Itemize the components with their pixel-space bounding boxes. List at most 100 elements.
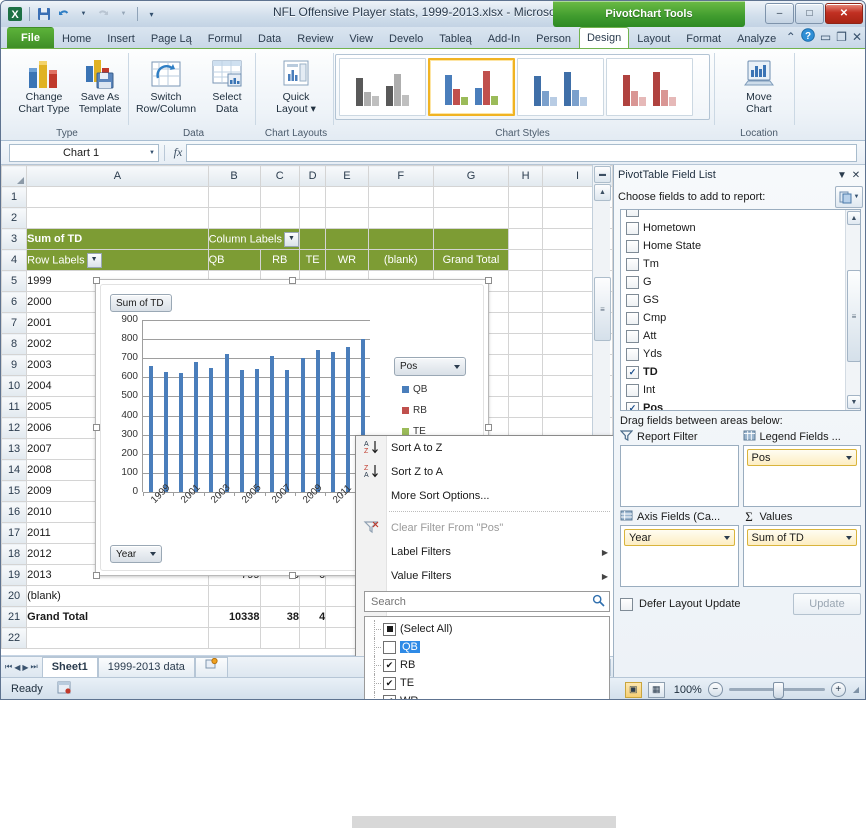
field-pill-pos[interactable]: Pos <box>746 449 857 466</box>
minimize-button[interactable]: – <box>765 3 794 24</box>
field-checkbox-list[interactable]: Hometown Home State Tm G GS Cmp Att Yds … <box>620 209 861 411</box>
row-header-14[interactable]: 14 <box>1 459 28 481</box>
row-header-9[interactable]: 9 <box>1 354 28 376</box>
field-row-hometown[interactable]: Hometown <box>621 219 860 237</box>
column-header-A[interactable]: A <box>26 165 209 187</box>
next-sheet-icon[interactable]: ▶ <box>22 663 28 672</box>
resize-handle-sw[interactable] <box>93 572 100 579</box>
row-header-21[interactable]: 21 <box>1 606 28 628</box>
area-legend-fields-box[interactable]: Pos <box>742 445 861 507</box>
field-row-yds[interactable]: Yds <box>621 345 860 363</box>
row-header-8[interactable]: 8 <box>1 333 28 355</box>
chart-bar-2005[interactable] <box>239 370 244 492</box>
tab-review[interactable]: Review <box>289 28 341 49</box>
chart-bar-2000[interactable] <box>163 371 168 492</box>
chart-legend-field-button[interactable]: Pos <box>394 357 466 376</box>
checkbox-home-state[interactable] <box>626 239 639 253</box>
checkbox-yds[interactable] <box>626 347 639 361</box>
field-list-view-dropdown-icon[interactable]: ▼ <box>854 194 860 200</box>
resize-handle-s[interactable] <box>289 572 296 579</box>
row-labels-filter-icon[interactable]: ▼ <box>86 252 102 268</box>
record-macro-icon[interactable] <box>57 681 72 697</box>
chart-bar-2003[interactable] <box>209 367 214 492</box>
pivot-column-labels-cell[interactable]: Column Labels ▼ <box>207 228 300 250</box>
tab-layout[interactable]: Layout <box>629 28 678 49</box>
row-header-12[interactable]: 12 <box>1 417 28 439</box>
tab-add-ins[interactable]: Add-In <box>480 28 528 49</box>
resize-handle-w[interactable] <box>93 424 100 431</box>
scroll-thumb[interactable]: ≡ <box>594 277 611 341</box>
row-header-18[interactable]: 18 <box>1 543 28 565</box>
column-header-G[interactable]: G <box>432 165 510 187</box>
field-row-gs[interactable]: GS <box>621 291 860 309</box>
row-header-6[interactable]: 6 <box>1 291 28 313</box>
sheet-tab-sheet1[interactable]: Sheet1 <box>41 657 98 677</box>
row-header-4[interactable]: 4 <box>1 249 28 271</box>
tab-developer[interactable]: Develo <box>381 28 431 49</box>
update-button[interactable]: Update <box>793 593 861 615</box>
column-header-E[interactable]: E <box>325 165 369 187</box>
resize-handle-ne[interactable] <box>485 277 492 284</box>
sheet-tab-1999-2013-data[interactable]: 1999-2013 data <box>97 657 195 677</box>
area-legend-fields[interactable]: Legend Fields ... Pos <box>742 429 861 507</box>
area-axis-fields[interactable]: Axis Fields (Ca... Year <box>620 509 739 587</box>
field-row-home-state[interactable]: Home State <box>621 237 860 255</box>
checkbox-int[interactable] <box>626 383 639 397</box>
filter-item-te[interactable]: ✔ TE <box>371 674 609 692</box>
pivot-filter-dropdown-menu[interactable]: AZ Sort A to Z ZA Sort Z to A More Sort … <box>355 435 617 699</box>
restore-button[interactable]: □ <box>795 3 824 24</box>
chevron-down-icon-pane[interactable]: ▼ <box>835 170 849 181</box>
checkbox-te[interactable]: ✔ <box>383 676 396 690</box>
close-button[interactable]: ✕ <box>825 3 863 24</box>
move-chart-button[interactable]: Move Chart <box>726 54 792 122</box>
checkbox-gs[interactable] <box>626 293 639 307</box>
checkbox-qb[interactable] <box>383 640 396 654</box>
row-header-22[interactable]: 22 <box>1 627 28 649</box>
tab-data[interactable]: Data <box>250 28 289 49</box>
select-data-button[interactable]: Select Data <box>194 54 260 122</box>
row-header-13[interactable]: 13 <box>1 438 28 460</box>
resize-handle-nw[interactable] <box>93 277 100 284</box>
close-icon-pane[interactable]: ✕ <box>849 170 863 181</box>
checkbox-g[interactable] <box>626 275 639 289</box>
menu-item-label-filters[interactable]: Label Filters ▶ <box>356 540 616 564</box>
row-header-10[interactable]: 10 <box>1 375 28 397</box>
checkbox-select-all[interactable] <box>383 622 396 636</box>
checkbox-hometown[interactable] <box>626 221 639 235</box>
field-row-cmp[interactable]: Cmp <box>621 309 860 327</box>
filter-search-box[interactable] <box>364 591 610 612</box>
chart-bar-2008[interactable] <box>285 369 290 492</box>
row-header-1[interactable]: 1 <box>1 186 28 208</box>
restore-doc-icon[interactable]: ❐ <box>836 30 847 44</box>
area-values[interactable]: Σ Values Sum of TD <box>742 509 861 587</box>
tab-format[interactable]: Format <box>678 28 729 49</box>
tab-home[interactable]: Home <box>54 28 99 49</box>
prev-sheet-icon[interactable]: ◀ <box>14 663 20 672</box>
zoom-out-button[interactable]: − <box>707 682 723 697</box>
column-header-F[interactable]: F <box>367 165 434 187</box>
field-pill-sum-of-td[interactable]: Sum of TD <box>746 529 857 546</box>
chart-bar-2007[interactable] <box>270 355 275 492</box>
save-as-template-button[interactable]: Save As Template <box>67 54 133 122</box>
chart-bar-2009[interactable] <box>300 358 305 492</box>
tab-analyze[interactable]: Analyze <box>729 28 784 49</box>
field-pill-pos-dropdown-icon[interactable] <box>846 455 852 460</box>
chart-style-gallery[interactable] <box>335 54 710 120</box>
field-row-att[interactable]: Att <box>621 327 860 345</box>
menu-item-sort-z-to-a[interactable]: ZA Sort Z to A <box>356 460 616 484</box>
minimize-doc-icon[interactable]: ▭ <box>820 30 831 44</box>
field-row-tm[interactable]: Tm <box>621 255 860 273</box>
row-header-5[interactable]: 5 <box>1 270 28 292</box>
insert-function-icon[interactable]: fx <box>170 145 186 161</box>
search-icon[interactable] <box>592 594 605 610</box>
field-row-partial-top[interactable] <box>621 210 860 219</box>
area-axis-fields-box[interactable]: Year <box>620 525 739 587</box>
tab-view[interactable]: View <box>341 28 381 49</box>
row-header-17[interactable]: 17 <box>1 522 28 544</box>
scroll-up-icon[interactable]: ▲ <box>594 184 611 201</box>
tab-tableau[interactable]: Tableą <box>431 28 479 49</box>
zoom-in-button[interactable]: + <box>830 682 846 697</box>
column-header-H[interactable]: H <box>508 165 544 187</box>
formula-input[interactable] <box>186 143 857 162</box>
checkbox-td[interactable]: ✓ <box>626 365 639 379</box>
